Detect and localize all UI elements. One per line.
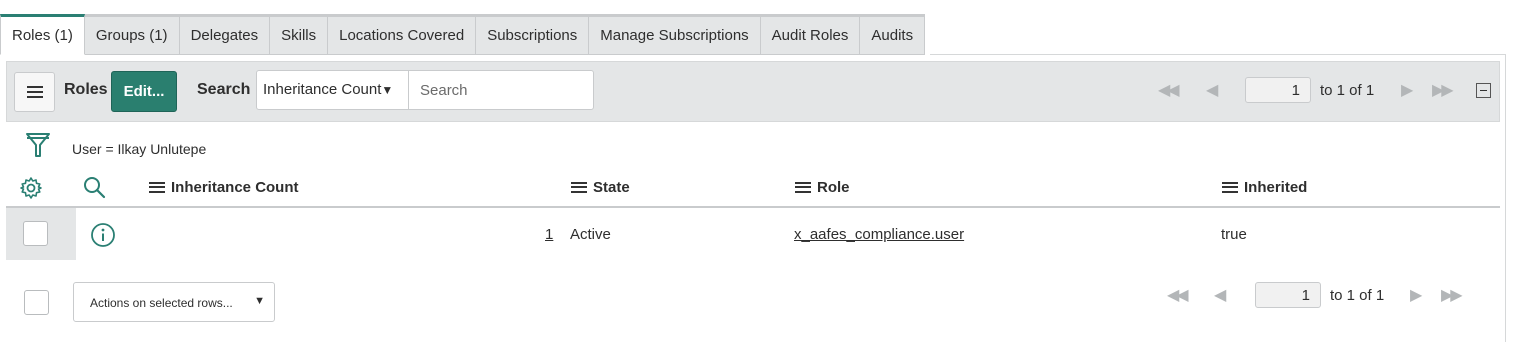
edit-button[interactable]: Edit... — [111, 71, 177, 112]
tab-label: Groups (1) — [95, 27, 168, 44]
tab-audits[interactable]: Audits — [860, 14, 926, 55]
panel-divider — [930, 54, 1506, 55]
column-menu-icon[interactable] — [571, 182, 587, 193]
info-icon[interactable] — [90, 222, 116, 248]
list-menu-button[interactable] — [14, 72, 55, 112]
first-page-icon[interactable]: ◀◀ — [1158, 80, 1180, 100]
tab-label: Delegates — [190, 27, 259, 44]
prev-page-icon[interactable]: ◀ — [1214, 285, 1226, 305]
page-range-text: to 1 of 1 — [1330, 287, 1385, 304]
last-page-icon[interactable]: ▶▶ — [1432, 80, 1454, 100]
column-header-label: Role — [817, 179, 850, 196]
first-page-icon[interactable]: ◀◀ — [1167, 285, 1189, 305]
tab-groups[interactable]: Groups (1) — [84, 14, 180, 55]
tab-locations-covered[interactable]: Locations Covered — [328, 14, 477, 55]
tab-label: Subscriptions — [487, 27, 578, 44]
list-toolbar: Roles Edit... Search Inheritance Count▼ … — [6, 61, 1500, 122]
tab-label: Manage Subscriptions — [600, 27, 749, 44]
column-header-label: Inherited — [1244, 179, 1308, 196]
page-number-input[interactable]: 1 — [1255, 282, 1321, 308]
gear-icon[interactable] — [19, 176, 43, 200]
caret-down-icon: ▼ — [254, 295, 265, 307]
search-label: Search — [197, 81, 251, 98]
inheritance-count-cell[interactable]: 1 — [545, 226, 553, 243]
tab-skills[interactable]: Skills — [270, 14, 329, 55]
state-cell: Active — [570, 226, 611, 243]
tab-label: Audit Roles — [771, 27, 849, 44]
hamburger-icon — [26, 86, 43, 98]
search-field-select[interactable]: Inheritance Count▼ — [256, 70, 409, 110]
tab-roles[interactable]: Roles (1) — [0, 14, 85, 55]
next-page-icon[interactable]: ▶ — [1401, 80, 1413, 100]
tab-manage-subscriptions[interactable]: Manage Subscriptions — [589, 14, 761, 55]
tab-subscriptions[interactable]: Subscriptions — [476, 14, 590, 55]
column-header-label: State — [593, 179, 630, 196]
search-input[interactable] — [408, 70, 594, 110]
role-link[interactable]: x_aafes_compliance.user — [794, 226, 964, 243]
last-page-icon[interactable]: ▶▶ — [1441, 285, 1463, 305]
tab-label: Locations Covered — [339, 27, 465, 44]
inherited-cell: true — [1221, 226, 1247, 243]
actions-select-label: Actions on selected rows... — [90, 296, 233, 310]
tab-delegates[interactable]: Delegates — [179, 14, 271, 55]
column-header-inherited[interactable]: Inherited — [1222, 179, 1307, 196]
tab-label: Roles (1) — [12, 27, 73, 44]
next-page-icon[interactable]: ▶ — [1410, 285, 1422, 305]
tab-label: Skills — [281, 27, 317, 44]
page-number-input[interactable]: 1 — [1245, 77, 1311, 103]
related-list-tabs: Roles (1) Groups (1) Delegates Skills Lo… — [0, 14, 926, 55]
actions-select[interactable]: Actions on selected rows... ▼ — [73, 282, 275, 322]
panel-divider — [1505, 54, 1506, 342]
column-menu-icon[interactable] — [795, 182, 811, 193]
list-title: Roles — [64, 81, 108, 98]
column-menu-icon[interactable] — [1222, 182, 1238, 193]
tab-audit-roles[interactable]: Audit Roles — [760, 14, 861, 55]
caret-down-icon: ▼ — [381, 83, 394, 97]
collapse-icon[interactable] — [1476, 83, 1491, 98]
header-divider — [6, 206, 1500, 208]
column-menu-icon[interactable] — [149, 182, 165, 193]
filter-breadcrumb[interactable]: User = Ilkay Unlutepe — [72, 141, 206, 157]
tab-label: Audits — [871, 27, 914, 44]
filter-icon[interactable] — [25, 131, 51, 159]
column-header-state[interactable]: State — [571, 179, 630, 196]
prev-page-icon[interactable]: ◀ — [1206, 80, 1218, 100]
column-header-label: Inheritance Count — [171, 179, 299, 196]
select-all-checkbox[interactable] — [24, 290, 49, 315]
search-icon[interactable] — [82, 176, 108, 200]
row-checkbox[interactable] — [23, 221, 48, 246]
page-range-text: to 1 of 1 — [1320, 82, 1375, 99]
column-header-inheritance-count[interactable]: Inheritance Count — [149, 179, 299, 196]
search-field-value: Inheritance Count — [263, 81, 382, 98]
column-header-role[interactable]: Role — [795, 179, 850, 196]
